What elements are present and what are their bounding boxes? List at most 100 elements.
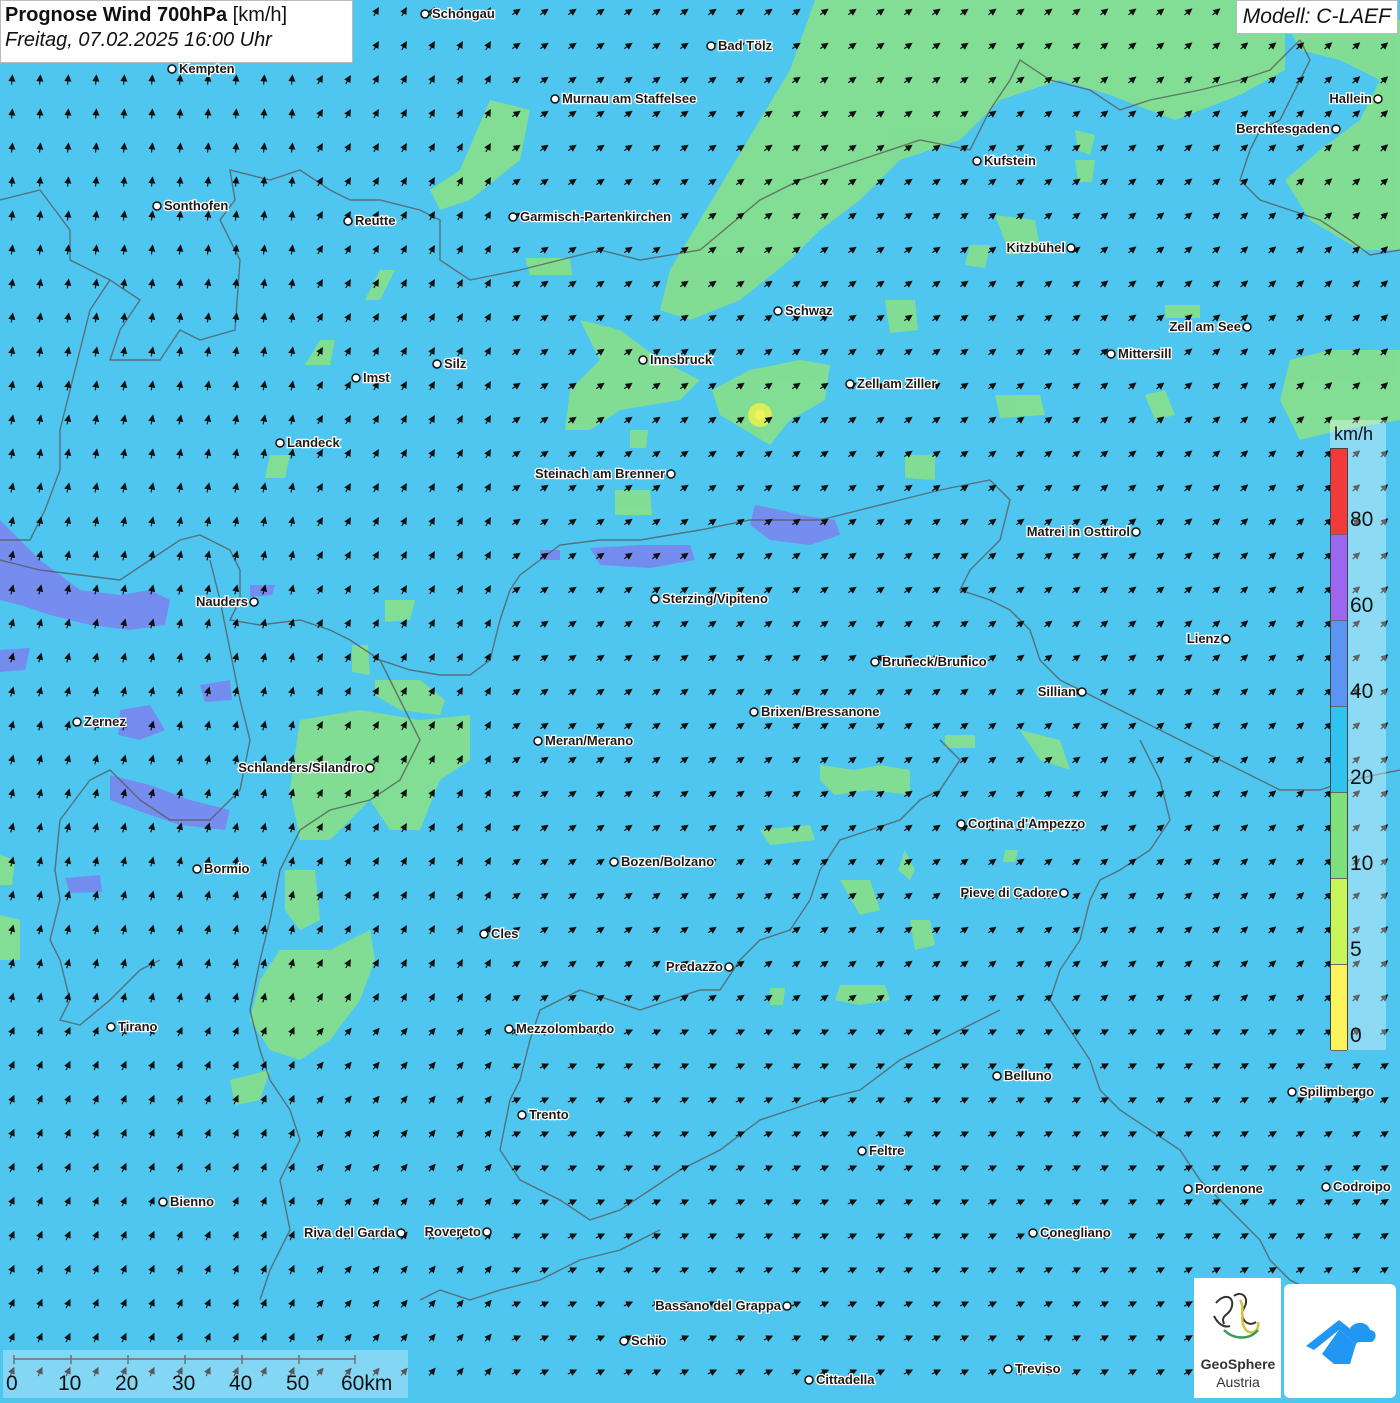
city-marker[interactable] <box>482 1227 492 1237</box>
city-marker[interactable] <box>992 1071 1002 1081</box>
weather-app-logo[interactable] <box>1284 1284 1396 1398</box>
city-marker[interactable] <box>1066 243 1076 253</box>
city-marker[interactable] <box>619 1336 629 1346</box>
legend-label: 5 <box>1350 938 1362 961</box>
city-marker[interactable] <box>956 819 966 829</box>
scale-label: 50 <box>286 1372 310 1395</box>
geosphere-logo-icon <box>1213 1292 1260 1339</box>
city-marker[interactable] <box>192 864 202 874</box>
city-label: Bienno <box>170 1194 214 1209</box>
city-label: Belluno <box>1004 1068 1052 1083</box>
city-marker[interactable] <box>508 212 518 222</box>
city-marker[interactable] <box>1373 94 1383 104</box>
city-label: Schlanders/Silandro <box>238 760 364 775</box>
city-label: Trento <box>529 1107 569 1122</box>
forecast-datetime: Freitag, 07.02.2025 16:00 Uhr <box>5 29 272 51</box>
wind-arrow <box>232 108 240 119</box>
city-marker[interactable] <box>365 763 375 773</box>
scale-label: 10 <box>58 1372 82 1395</box>
city-label: Riva del Garda <box>304 1225 396 1240</box>
city-marker[interactable] <box>1059 888 1069 898</box>
city-label: Bormio <box>204 861 250 876</box>
city-marker[interactable] <box>845 379 855 389</box>
city-marker[interactable] <box>804 1375 814 1385</box>
city-label: Imst <box>363 370 390 385</box>
city-marker[interactable] <box>152 201 162 211</box>
city-marker[interactable] <box>343 216 353 226</box>
city-marker[interactable] <box>1077 687 1087 697</box>
city-marker[interactable] <box>351 373 361 383</box>
city-marker[interactable] <box>1183 1184 1193 1194</box>
city-marker[interactable] <box>782 1301 792 1311</box>
legend-swatch <box>1331 965 1347 1051</box>
legend-label: 40 <box>1350 680 1374 703</box>
city-marker[interactable] <box>1003 1364 1013 1374</box>
city-marker[interactable] <box>773 306 783 316</box>
scale-label: 30 <box>172 1372 196 1395</box>
city-marker[interactable] <box>249 597 259 607</box>
city-label: Spilimbergo <box>1299 1084 1374 1099</box>
wind-arrow <box>176 74 184 85</box>
wind-arrow <box>36 108 44 119</box>
city-marker[interactable] <box>275 438 285 448</box>
city-marker[interactable] <box>1287 1087 1297 1097</box>
city-label: Cles <box>491 926 518 941</box>
geosphere-country: Austria <box>1216 1374 1260 1390</box>
city-label: Cortina d'Ampezzo <box>968 816 1085 831</box>
city-label: Mittersill <box>1118 346 1171 361</box>
city-label: Murnau am Staffelsee <box>562 91 696 106</box>
wind-arrow <box>64 108 72 119</box>
city-label: Sterzing/Vipiteno <box>662 591 768 606</box>
city-label: Zernez <box>84 714 126 729</box>
city-marker[interactable] <box>706 41 716 51</box>
city-marker[interactable] <box>167 64 177 74</box>
city-marker[interactable] <box>106 1022 116 1032</box>
city-label: Bassano del Grappa <box>655 1298 781 1313</box>
city-marker[interactable] <box>550 94 560 104</box>
city-marker[interactable] <box>504 1024 514 1034</box>
city-marker[interactable] <box>517 1110 527 1120</box>
city-marker[interactable] <box>650 594 660 604</box>
city-marker[interactable] <box>870 657 880 667</box>
city-label: Bruneck/Brunico <box>882 654 987 669</box>
wind-arrow <box>260 74 268 85</box>
city-marker[interactable] <box>72 717 82 727</box>
city-marker[interactable] <box>1131 527 1141 537</box>
legend-label: 80 <box>1350 508 1374 531</box>
city-marker[interactable] <box>158 1197 168 1207</box>
city-marker[interactable] <box>857 1146 867 1156</box>
city-marker[interactable] <box>1242 322 1252 332</box>
wind-arrow <box>36 74 44 85</box>
city-label: Landeck <box>287 435 341 450</box>
legend-label: 60 <box>1350 594 1374 617</box>
city-marker[interactable] <box>432 359 442 369</box>
city-marker[interactable] <box>533 736 543 746</box>
city-label: Schwaz <box>785 303 833 318</box>
legend-swatch <box>1331 449 1347 535</box>
legend-swatch <box>1331 621 1347 707</box>
city-label: Innsbruck <box>650 352 713 367</box>
legend-swatch <box>1331 879 1347 965</box>
city-marker[interactable] <box>1321 1182 1331 1192</box>
legend-color-bar <box>1330 448 1348 1051</box>
city-marker[interactable] <box>638 355 648 365</box>
city-marker[interactable] <box>1028 1228 1038 1238</box>
wind-map[interactable]: Schongau Bad Tölz Kempten Murnau am Staffel… <box>0 0 1400 1400</box>
city-marker[interactable] <box>479 929 489 939</box>
city-marker[interactable] <box>666 469 676 479</box>
city-label: Garmisch-Partenkirchen <box>520 209 671 224</box>
wind-arrow <box>148 74 156 85</box>
city-marker[interactable] <box>1331 124 1341 134</box>
city-marker[interactable] <box>749 707 759 717</box>
city-marker[interactable] <box>1221 634 1231 644</box>
city-marker[interactable] <box>420 9 430 19</box>
city-marker[interactable] <box>724 962 734 972</box>
city-marker[interactable] <box>972 156 982 166</box>
city-label: Codroipo <box>1333 1179 1391 1194</box>
city-label: Pordenone <box>1195 1181 1263 1196</box>
city-marker[interactable] <box>609 857 619 867</box>
wind-arrow <box>120 74 128 85</box>
city-marker[interactable] <box>396 1228 406 1238</box>
wind-arrow <box>232 74 240 85</box>
city-marker[interactable] <box>1106 349 1116 359</box>
